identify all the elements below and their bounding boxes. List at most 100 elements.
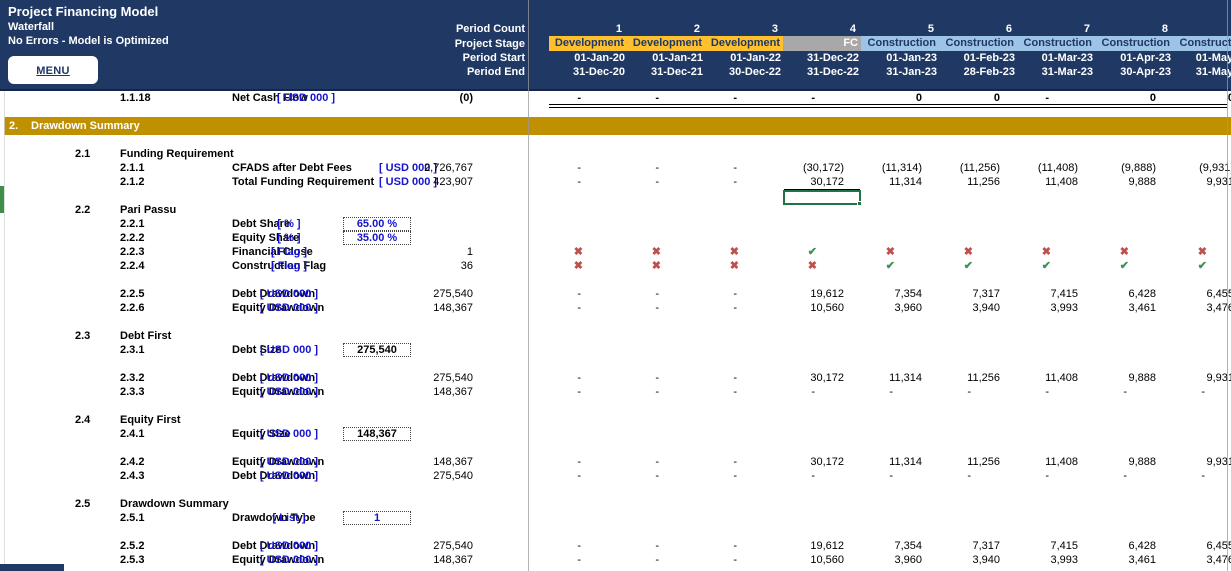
- value-cell[interactable]: -: [939, 385, 1017, 399]
- value-cell[interactable]: (11,256): [939, 161, 1017, 175]
- value-cell[interactable]: 3,461: [1095, 553, 1173, 567]
- value-cell[interactable]: 19,612: [783, 539, 861, 553]
- input-cell[interactable]: 148,367: [343, 427, 411, 441]
- value-cell[interactable]: 10,560: [783, 301, 861, 315]
- value-cell[interactable]: -: [705, 287, 783, 301]
- value-cell[interactable]: -: [549, 385, 627, 399]
- value-cell[interactable]: -: [705, 455, 783, 469]
- value-cell[interactable]: 11,408: [1017, 455, 1095, 469]
- value-cell[interactable]: ✖: [549, 259, 627, 273]
- value-cell[interactable]: -: [705, 371, 783, 385]
- value-cell[interactable]: (11,314): [861, 161, 939, 175]
- value-cell[interactable]: -: [705, 385, 783, 399]
- value-cell[interactable]: -: [861, 469, 939, 483]
- value-cell[interactable]: -: [1017, 385, 1095, 399]
- value-cell[interactable]: -: [1173, 385, 1231, 399]
- value-cell[interactable]: 3,461: [1095, 301, 1173, 315]
- value-cell[interactable]: 6,428: [1095, 539, 1173, 553]
- value-cell[interactable]: ✔: [1173, 259, 1231, 273]
- value-cell[interactable]: -: [783, 469, 861, 483]
- value-cell[interactable]: -: [627, 161, 705, 175]
- value-cell[interactable]: -: [1173, 469, 1231, 483]
- value-cell[interactable]: -: [627, 301, 705, 315]
- value-cell[interactable]: -: [705, 539, 783, 553]
- value-cell[interactable]: -: [1095, 385, 1173, 399]
- value-cell[interactable]: -: [627, 385, 705, 399]
- value-cell[interactable]: 9,931: [1173, 371, 1231, 385]
- value-cell[interactable]: -: [549, 455, 627, 469]
- value-cell[interactable]: -: [783, 91, 861, 105]
- value-cell[interactable]: -: [627, 175, 705, 189]
- value-cell[interactable]: -: [627, 539, 705, 553]
- value-cell[interactable]: -: [627, 91, 705, 105]
- value-cell[interactable]: -: [705, 553, 783, 567]
- value-cell[interactable]: 3,476: [1173, 301, 1231, 315]
- value-cell[interactable]: ✔: [1017, 259, 1095, 273]
- value-cell[interactable]: -: [549, 553, 627, 567]
- value-cell[interactable]: 6,455: [1173, 539, 1231, 553]
- value-cell[interactable]: -: [705, 91, 783, 105]
- value-cell[interactable]: -: [705, 161, 783, 175]
- input-cell[interactable]: 275,540: [343, 343, 411, 357]
- value-cell[interactable]: 3,476: [1173, 553, 1231, 567]
- value-cell[interactable]: ✔: [861, 259, 939, 273]
- value-cell[interactable]: 19,612: [783, 287, 861, 301]
- value-cell[interactable]: 9,931: [1173, 455, 1231, 469]
- value-cell[interactable]: 11,256: [939, 175, 1017, 189]
- value-cell[interactable]: ✖: [549, 245, 627, 259]
- value-cell[interactable]: -: [1017, 91, 1095, 105]
- value-cell[interactable]: 11,256: [939, 455, 1017, 469]
- value-cell[interactable]: -: [939, 469, 1017, 483]
- value-cell[interactable]: 0: [1095, 91, 1173, 105]
- value-cell[interactable]: -: [627, 287, 705, 301]
- value-cell[interactable]: -: [549, 287, 627, 301]
- value-cell[interactable]: 30,172: [783, 175, 861, 189]
- value-cell[interactable]: -: [627, 469, 705, 483]
- input-cell[interactable]: 35.00 %: [343, 231, 411, 245]
- value-cell[interactable]: -: [627, 455, 705, 469]
- value-cell[interactable]: 10,560: [783, 553, 861, 567]
- value-cell[interactable]: 30,172: [783, 371, 861, 385]
- value-cell[interactable]: ✖: [705, 259, 783, 273]
- value-cell[interactable]: 0: [861, 91, 939, 105]
- value-cell[interactable]: 9,931: [1173, 175, 1231, 189]
- value-cell[interactable]: 3,960: [861, 553, 939, 567]
- value-cell[interactable]: 6,428: [1095, 287, 1173, 301]
- value-cell[interactable]: 3,993: [1017, 553, 1095, 567]
- value-cell[interactable]: ✔: [1095, 259, 1173, 273]
- value-cell[interactable]: 3,940: [939, 301, 1017, 315]
- value-cell[interactable]: (9,888): [1095, 161, 1173, 175]
- value-cell[interactable]: -: [861, 385, 939, 399]
- value-cell[interactable]: 7,317: [939, 287, 1017, 301]
- value-cell[interactable]: ✖: [939, 245, 1017, 259]
- input-cell[interactable]: 65.00 %: [343, 217, 411, 231]
- value-cell[interactable]: -: [783, 385, 861, 399]
- value-cell[interactable]: -: [705, 175, 783, 189]
- value-cell[interactable]: ✖: [783, 259, 861, 273]
- value-cell[interactable]: -: [549, 371, 627, 385]
- value-cell[interactable]: 11,314: [861, 371, 939, 385]
- value-cell[interactable]: -: [1017, 469, 1095, 483]
- value-cell[interactable]: ✖: [627, 259, 705, 273]
- value-cell[interactable]: 7,415: [1017, 287, 1095, 301]
- value-cell[interactable]: 11,408: [1017, 175, 1095, 189]
- value-cell[interactable]: -: [705, 301, 783, 315]
- value-cell[interactable]: 9,888: [1095, 455, 1173, 469]
- value-cell[interactable]: -: [549, 161, 627, 175]
- value-cell[interactable]: -: [1095, 469, 1173, 483]
- value-cell[interactable]: 11,408: [1017, 371, 1095, 385]
- value-cell[interactable]: (11,408): [1017, 161, 1095, 175]
- value-cell[interactable]: 0: [939, 91, 1017, 105]
- value-cell[interactable]: ✔: [939, 259, 1017, 273]
- input-cell[interactable]: 1: [343, 511, 411, 525]
- value-cell[interactable]: -: [705, 469, 783, 483]
- value-cell[interactable]: ✖: [861, 245, 939, 259]
- value-cell[interactable]: 3,940: [939, 553, 1017, 567]
- value-cell[interactable]: 11,256: [939, 371, 1017, 385]
- value-cell[interactable]: -: [549, 301, 627, 315]
- value-cell[interactable]: 7,415: [1017, 539, 1095, 553]
- value-cell[interactable]: ✖: [705, 245, 783, 259]
- value-cell[interactable]: ✖: [627, 245, 705, 259]
- value-cell[interactable]: 7,317: [939, 539, 1017, 553]
- value-cell[interactable]: 9,888: [1095, 175, 1173, 189]
